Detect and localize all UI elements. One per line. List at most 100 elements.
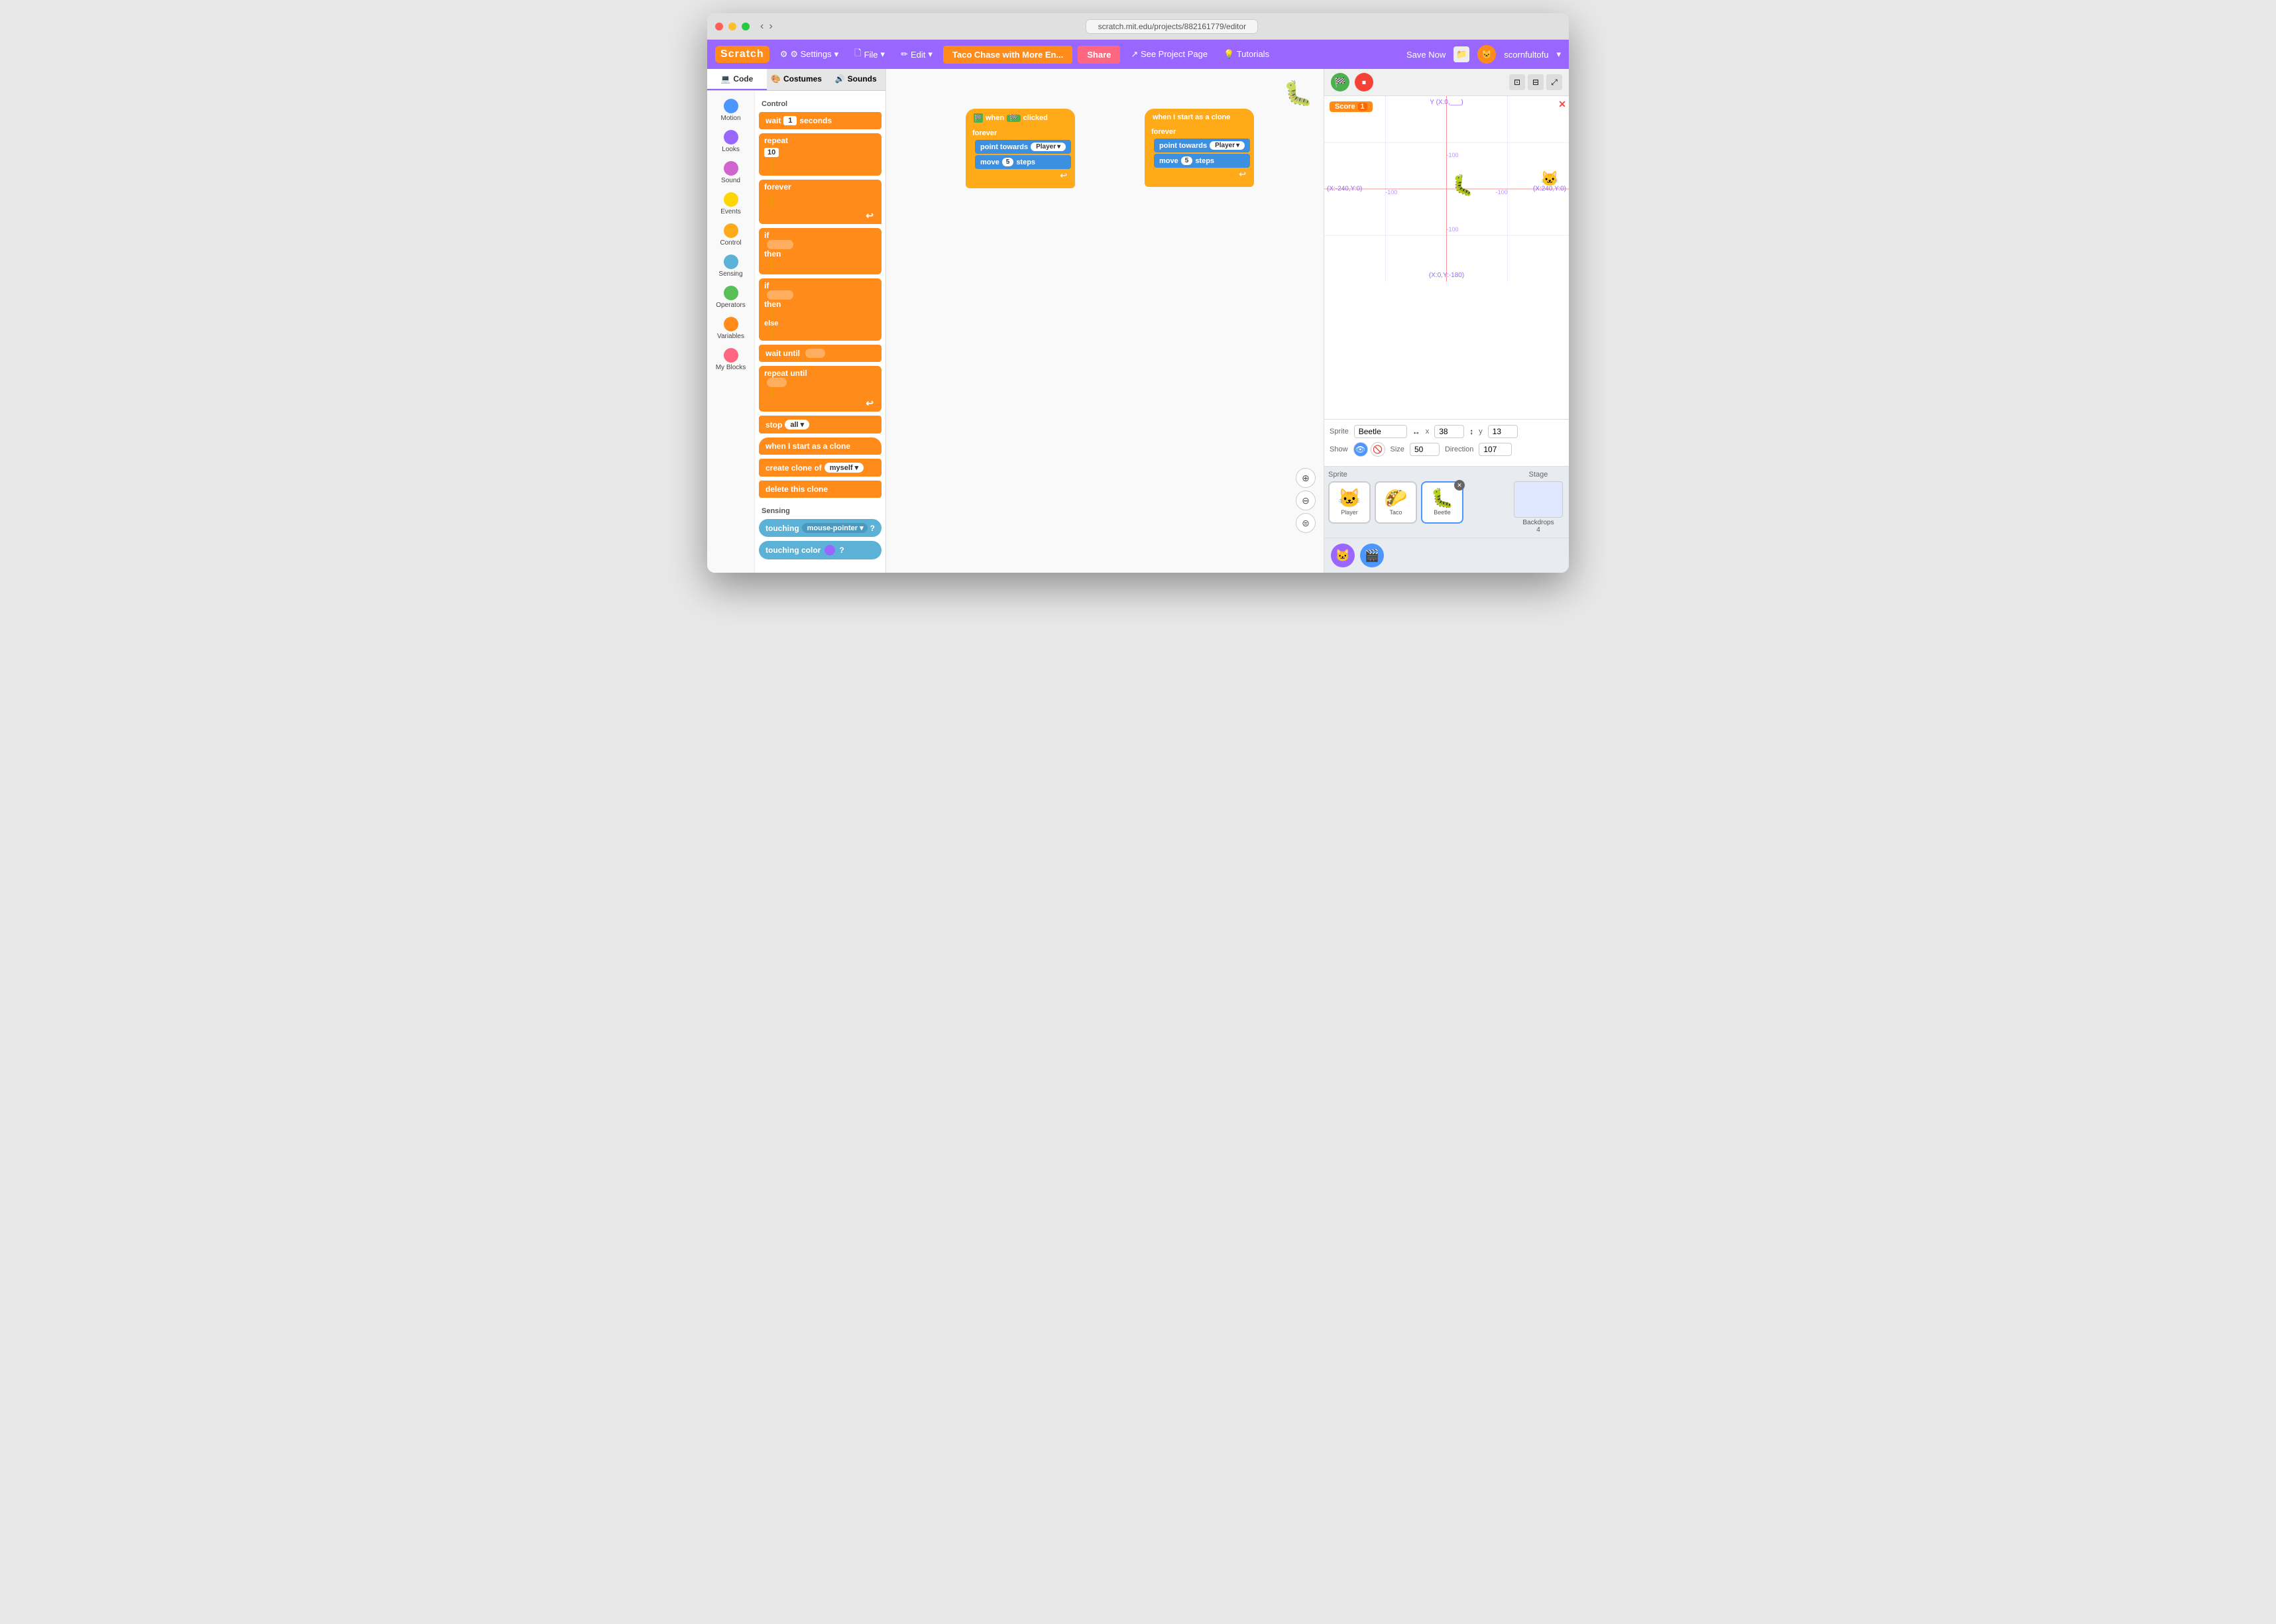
close-window-button[interactable] xyxy=(715,23,723,30)
sound-label: Sound xyxy=(721,177,740,184)
hide-button[interactable]: 🚫 xyxy=(1371,442,1385,457)
flag-badge: 🏁 xyxy=(1007,115,1020,122)
normal-stage-button[interactable]: ⊟ xyxy=(1528,74,1544,90)
touching-dropdown[interactable]: mouse-pointer ▾ xyxy=(802,523,868,533)
category-events[interactable]: Events xyxy=(710,190,752,218)
forward-button[interactable]: › xyxy=(769,21,772,32)
delete-clone-block[interactable]: delete this clone xyxy=(759,481,882,498)
zoom-out-button[interactable]: ⊖ xyxy=(1296,491,1316,510)
script-when-start-clone[interactable]: when I start as a clone forever point to… xyxy=(1145,109,1254,187)
file-icon: 🗋 xyxy=(854,47,861,62)
touching-color-block[interactable]: touching color ? xyxy=(759,541,882,559)
stage-thumbnail[interactable] xyxy=(1514,481,1563,518)
tab-code[interactable]: 💻 Code xyxy=(707,69,767,90)
my-stuff-button[interactable]: 📁 xyxy=(1453,46,1469,62)
save-now-button[interactable]: Save Now xyxy=(1406,50,1446,60)
category-control[interactable]: Control xyxy=(710,221,752,249)
size-input[interactable] xyxy=(1410,443,1440,456)
stage-section-label: Stage xyxy=(1529,471,1548,479)
see-project-page-link[interactable]: ↗ See Project Page xyxy=(1125,46,1213,62)
sprite-beetle[interactable]: ✕ 🐛 Beetle xyxy=(1421,481,1463,524)
file-label: File xyxy=(864,50,878,60)
y-label: y xyxy=(1479,428,1483,435)
category-my-blocks[interactable]: My Blocks xyxy=(710,345,752,374)
point-towards-block-2[interactable]: point towards Player ▾ xyxy=(1154,139,1250,152)
fullscreen-window-button[interactable] xyxy=(742,23,750,30)
hat-when-clone[interactable]: when I start as a clone xyxy=(1145,109,1254,125)
control-section-label: Control xyxy=(759,100,882,108)
username-label[interactable]: scornfultofu xyxy=(1504,50,1548,60)
beetle-delete-button[interactable]: ✕ xyxy=(1454,480,1465,491)
file-menu[interactable]: 🗋 File ▾ xyxy=(849,44,890,64)
small-stage-button[interactable]: ⊡ xyxy=(1509,74,1525,90)
show-visible-button[interactable]: 👁 xyxy=(1353,442,1368,457)
if-then-block[interactable]: if then xyxy=(759,228,882,274)
tab-costumes[interactable]: 🎨 Costumes xyxy=(767,69,826,90)
repeat-until-block[interactable]: repeat until ↩ xyxy=(759,366,882,412)
script-when-flag-clicked[interactable]: 🏁 when 🏁 clicked forever point towards P… xyxy=(966,109,1075,188)
edit-menu[interactable]: ✏ Edit ▾ xyxy=(895,46,938,62)
steps-input-1[interactable]: 5 xyxy=(1002,158,1014,166)
category-operators[interactable]: Operators xyxy=(710,283,752,312)
fullscreen-stage-button[interactable]: ⤢ xyxy=(1546,74,1562,90)
steps-input-2[interactable]: 5 xyxy=(1181,156,1193,165)
point-towards-block-1[interactable]: point towards Player ▾ xyxy=(975,140,1071,154)
x-input[interactable] xyxy=(1434,425,1464,438)
move-steps-block-2[interactable]: move 5 steps xyxy=(1154,154,1250,168)
hat-when-clicked[interactable]: 🏁 when 🏁 clicked xyxy=(966,109,1075,126)
player-dropdown-1[interactable]: Player ▾ xyxy=(1031,143,1066,151)
my-blocks-dot xyxy=(724,348,738,363)
score-value: 1 xyxy=(1358,103,1367,111)
move-steps-block-1[interactable]: move 5 steps xyxy=(975,155,1071,169)
when-start-clone-block[interactable]: when I start as a clone xyxy=(759,437,882,455)
my-blocks-label: My Blocks xyxy=(716,364,746,371)
stage-close-button[interactable]: ✕ xyxy=(1558,99,1566,110)
zoom-in-button[interactable]: ⊕ xyxy=(1296,468,1316,488)
sprite-taco[interactable]: 🌮 Taco xyxy=(1375,481,1417,524)
category-sound[interactable]: Sound xyxy=(710,158,752,187)
stop-button[interactable]: ⏹ xyxy=(1355,73,1373,91)
settings-menu[interactable]: ⚙ ⚙ Settings ▾ xyxy=(775,46,844,62)
wait-input[interactable]: 1 xyxy=(783,116,797,125)
repeat-input[interactable]: 10 xyxy=(764,148,779,157)
player-dropdown-2[interactable]: Player ▾ xyxy=(1210,141,1245,150)
tutorials-link[interactable]: 💡 Tutorials xyxy=(1218,46,1275,62)
category-variables[interactable]: Variables xyxy=(710,314,752,343)
category-sensing[interactable]: Sensing xyxy=(710,252,752,280)
coord-top: Y (X:0,___) xyxy=(1430,99,1463,106)
sprite-name-input[interactable] xyxy=(1354,425,1407,438)
sensing-dot xyxy=(724,255,738,269)
green-flag-button[interactable]: 🏁 xyxy=(1331,73,1349,91)
workspace-canvas[interactable]: 🏁 when 🏁 clicked forever point towards P… xyxy=(886,69,1324,573)
tab-sounds[interactable]: 🔊 Sounds xyxy=(826,69,885,90)
user-dropdown-chevron: ▾ xyxy=(1556,49,1561,60)
touching-block[interactable]: touching mouse-pointer ▾ ? xyxy=(759,519,882,537)
repeat-block[interactable]: repeat 10 xyxy=(759,133,882,176)
wait-block[interactable]: wait 1 seconds xyxy=(759,112,882,129)
add-sprite-button[interactable]: 🐱 xyxy=(1331,544,1355,567)
create-clone-block[interactable]: create clone of myself ▾ xyxy=(759,459,882,477)
share-button[interactable]: Share xyxy=(1078,46,1120,64)
x-label: x xyxy=(1426,428,1430,435)
clone-dropdown[interactable]: myself ▾ xyxy=(825,463,864,473)
if-else-block[interactable]: if then else xyxy=(759,278,882,341)
direction-input[interactable] xyxy=(1479,443,1512,456)
stop-block[interactable]: stop all ▾ xyxy=(759,416,882,434)
category-looks[interactable]: Looks xyxy=(710,127,752,156)
y-input[interactable] xyxy=(1488,425,1518,438)
project-name[interactable]: Taco Chase with More En... xyxy=(943,46,1072,64)
zoom-fit-button[interactable]: ⊜ xyxy=(1296,513,1316,533)
stop-dropdown[interactable]: all ▾ xyxy=(785,420,809,430)
minimize-window-button[interactable] xyxy=(728,23,736,30)
scratch-logo: Scratch xyxy=(715,46,769,63)
edit-label: Edit xyxy=(911,50,925,60)
back-button[interactable]: ‹ xyxy=(760,21,764,32)
forever-block[interactable]: forever ↩ xyxy=(759,180,882,224)
sprite-show-row: Show 👁 🚫 Size Direction xyxy=(1330,442,1564,457)
browser-window: ‹ › scratch.mit.edu/projects/882161779/e… xyxy=(707,13,1569,573)
category-motion[interactable]: Motion xyxy=(710,96,752,125)
sprite-player[interactable]: 🐱 Player xyxy=(1328,481,1371,524)
url-bar[interactable]: scratch.mit.edu/projects/882161779/edito… xyxy=(1086,19,1258,34)
wait-until-block[interactable]: wait until xyxy=(759,345,882,362)
add-stage-button[interactable]: 🎬 xyxy=(1360,544,1384,567)
